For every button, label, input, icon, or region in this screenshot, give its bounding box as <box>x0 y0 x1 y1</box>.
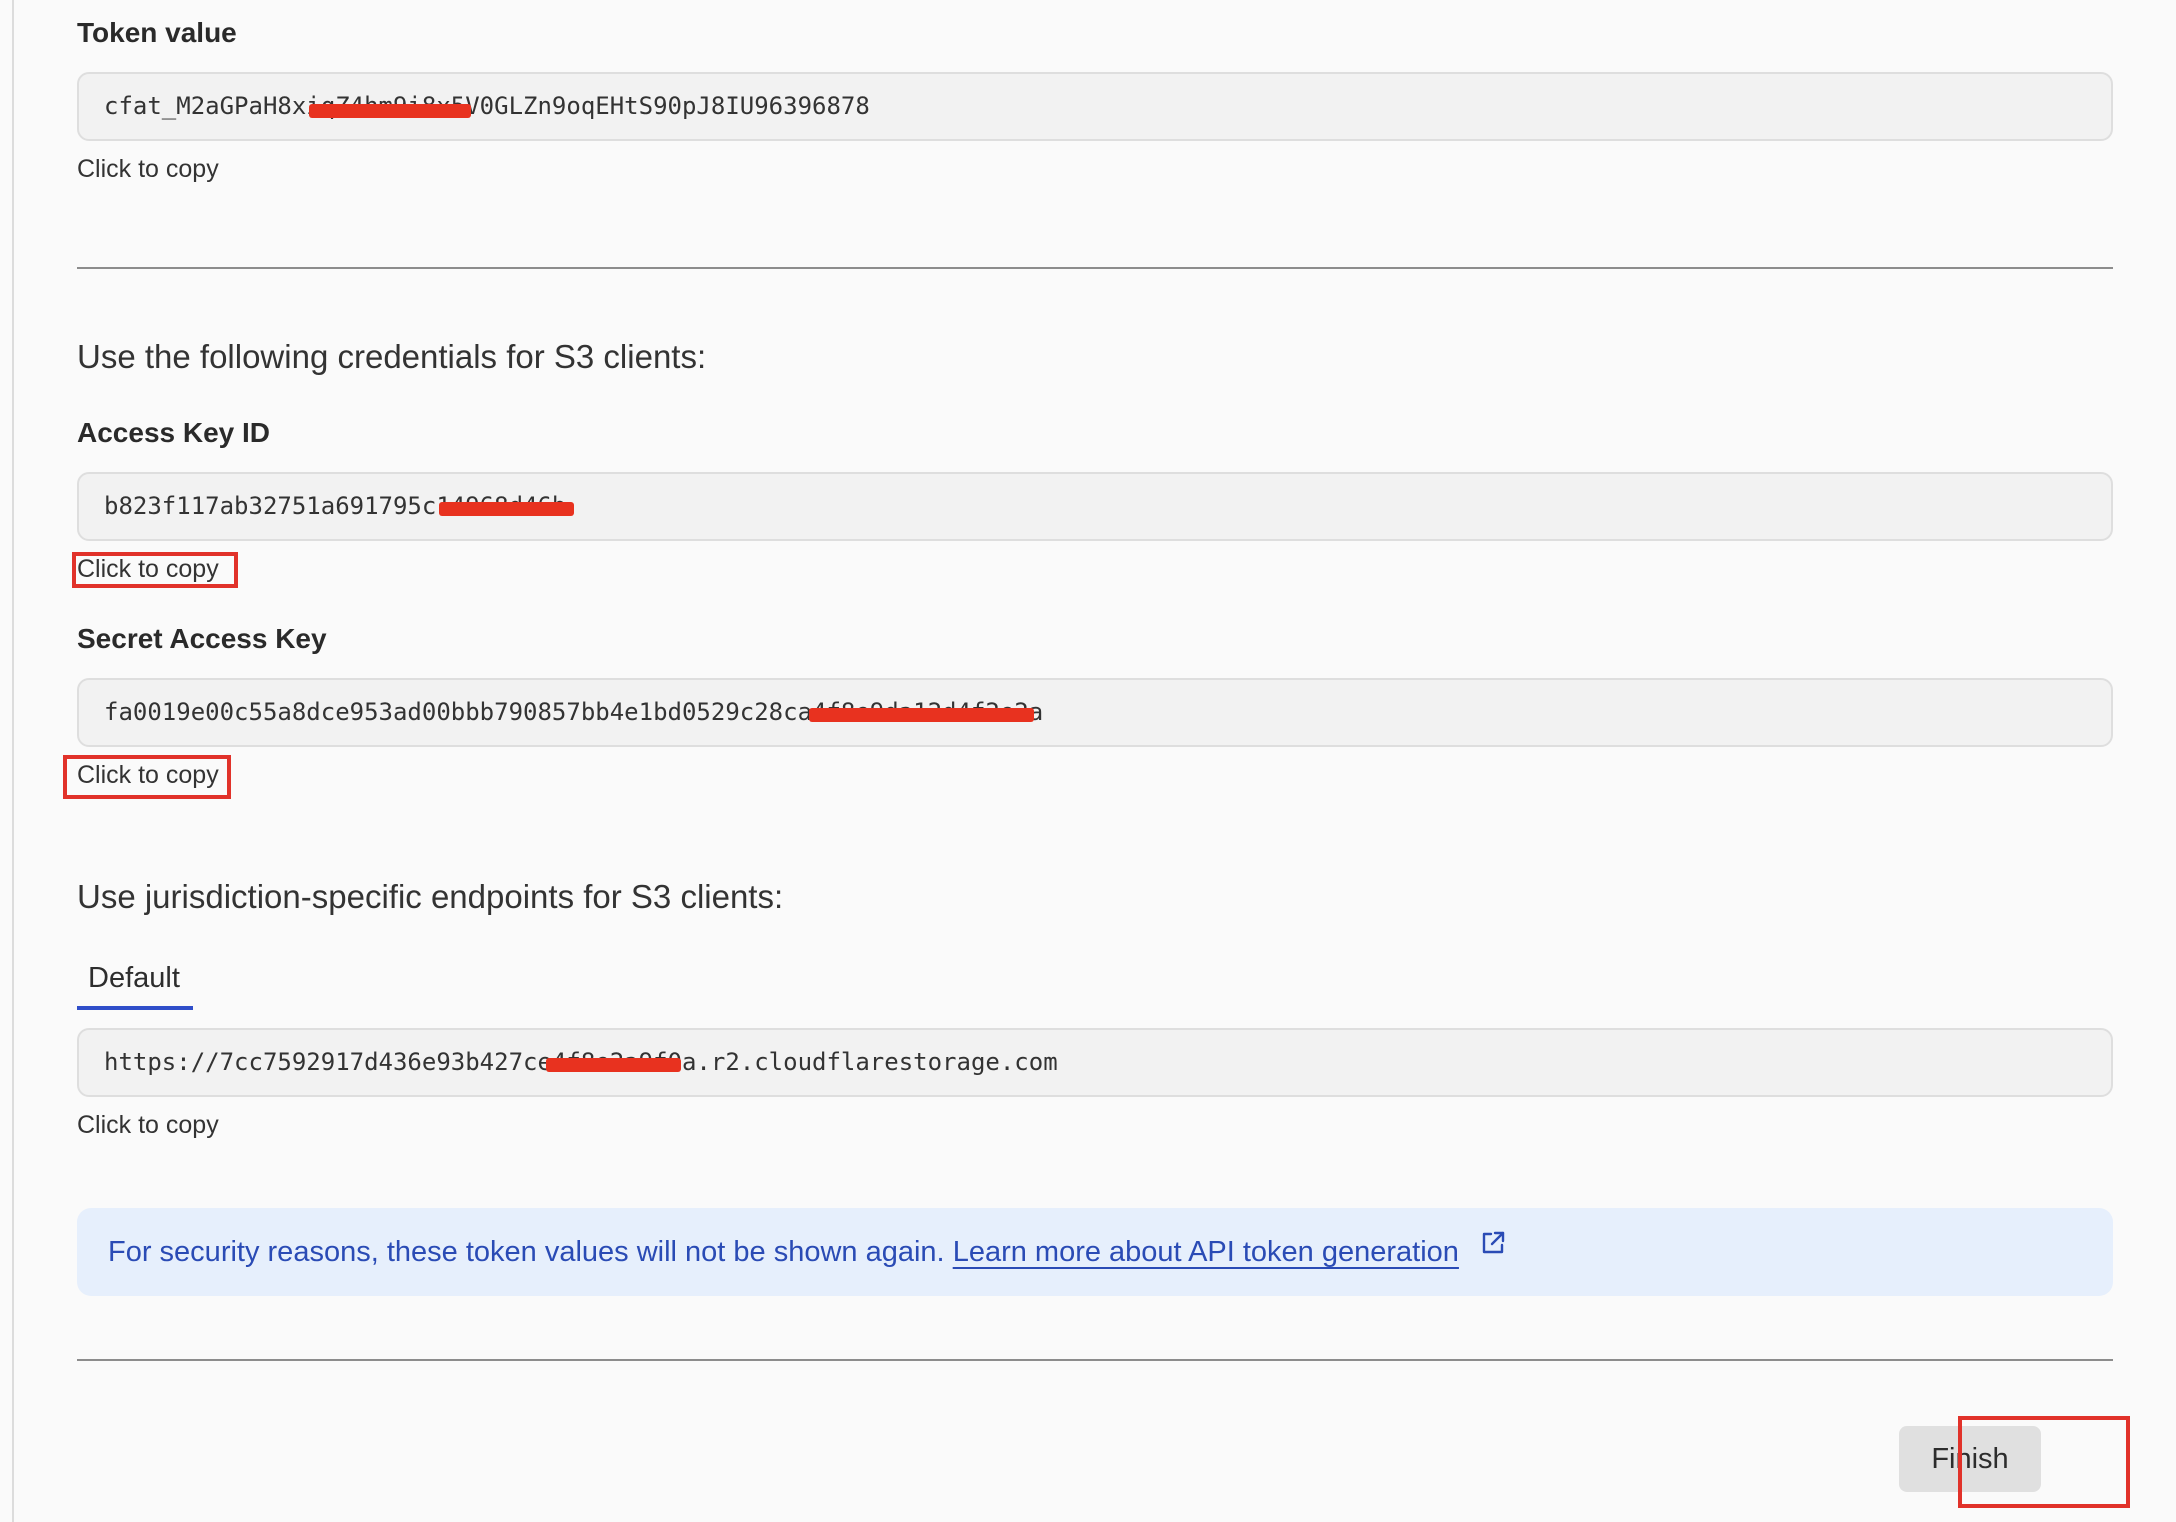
tab-default[interactable]: Default <box>77 956 193 1010</box>
secret-access-key-label: Secret Access Key <box>77 623 327 654</box>
access-key-id-label: Access Key ID <box>77 417 271 448</box>
secret-access-key-field[interactable]: fa0019e00c55a8dce953ad00bbb790857bb4e1bd… <box>77 678 2113 747</box>
page-left-border <box>12 0 14 1522</box>
footer-divider <box>77 1359 2113 1361</box>
redaction-mark <box>809 708 1034 722</box>
endpoint-copy-link[interactable]: Click to copy <box>77 1111 219 1140</box>
redaction-mark <box>439 502 574 516</box>
section-divider <box>77 267 2113 269</box>
token-value-label: Token value <box>77 17 237 48</box>
highlight-box <box>1958 1416 2130 1508</box>
highlight-box <box>72 552 238 588</box>
redaction-mark <box>546 1058 681 1072</box>
highlight-box <box>63 755 231 799</box>
redaction-mark <box>309 104 471 118</box>
token-copy-link[interactable]: Click to copy <box>77 155 219 184</box>
external-link-icon[interactable] <box>1479 1204 1507 1292</box>
security-notice-message: For security reasons, these token values… <box>108 1236 945 1268</box>
active-tab-indicator <box>77 1006 193 1010</box>
s3-credentials-heading: Use the following credentials for S3 cli… <box>77 338 707 375</box>
token-value-text: cfat_M2aGPaH8xiqZ4hm9i8x5V0GLZn9oqEHtS90… <box>104 92 870 120</box>
security-notice-text: For security reasons, these token values… <box>108 1208 1507 1296</box>
token-value-field[interactable]: cfat_M2aGPaH8xiqZ4hm9i8x5V0GLZn9oqEHtS90… <box>77 72 2113 141</box>
endpoints-heading: Use jurisdiction-specific endpoints for … <box>77 878 784 915</box>
api-token-docs-link[interactable]: Learn more about API token generation <box>953 1236 1459 1268</box>
tab-default-label: Default <box>88 962 180 994</box>
access-key-id-field[interactable]: b823f117ab32751a691795c14968d46b <box>77 472 2113 541</box>
security-notice: For security reasons, these token values… <box>77 1208 2113 1296</box>
endpoint-url-field[interactable]: https://7cc7592917d436e93b427ce4f8e2a9f0… <box>77 1028 2113 1097</box>
